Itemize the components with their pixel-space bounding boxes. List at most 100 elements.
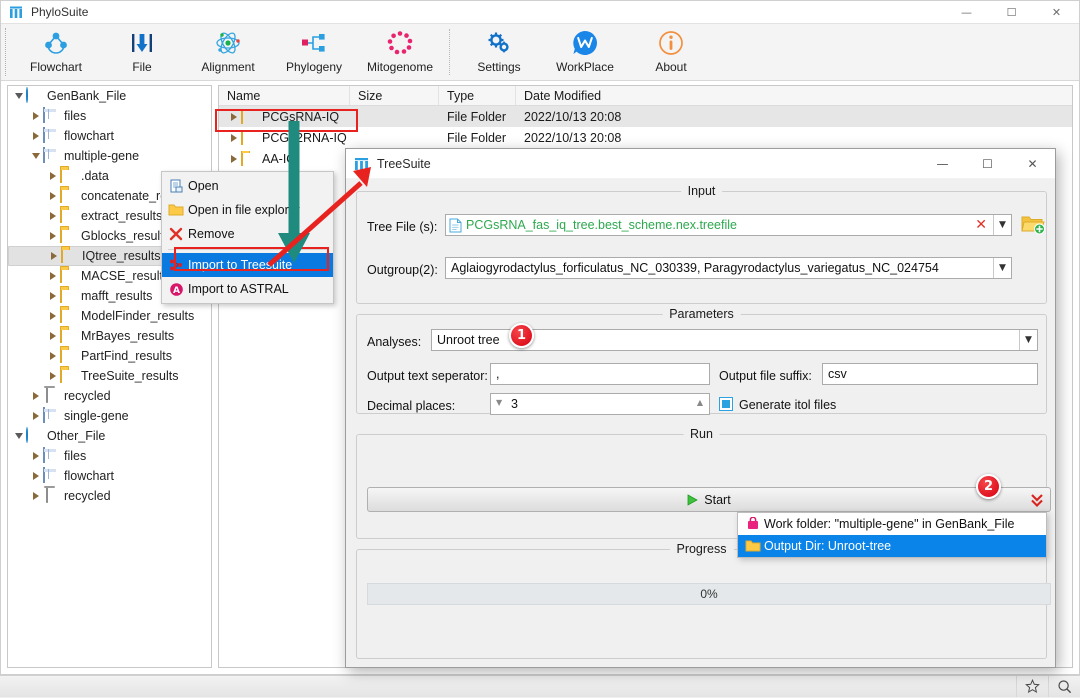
spinner-down-icon[interactable]: ▼ xyxy=(496,398,502,407)
tree-item-files[interactable]: files xyxy=(8,446,211,466)
tree-item-mrbayes-results[interactable]: MrBayes_results xyxy=(8,326,211,346)
star-icon[interactable] xyxy=(1016,676,1048,697)
menu-item-import-to-astral[interactable]: A Import to ASTRAL xyxy=(162,277,333,301)
table-row[interactable]: PCG12RNA-IQ File Folder 2022/10/13 20:08 xyxy=(219,127,1072,148)
tree-item-files[interactable]: files xyxy=(8,106,211,126)
expander-expand-icon[interactable] xyxy=(29,112,43,120)
close-button[interactable]: ✕ xyxy=(1034,1,1079,23)
tree-file-input[interactable]: PCGsRNA_fas_iq_tree.best_scheme.nex.tree… xyxy=(445,214,1012,236)
toolbar-item-about[interactable]: About xyxy=(628,24,714,78)
expander-expand-icon[interactable] xyxy=(46,212,60,220)
toolbar-item-alignment[interactable]: Alignment xyxy=(185,24,271,78)
expander-expand-icon[interactable] xyxy=(46,232,60,240)
treesuite-dialog[interactable]: TreeSuite — ☐ ✕ Input Tree File (s): PCG… xyxy=(345,148,1056,668)
decimal-places-spinner[interactable]: ▼ 3 ▲ xyxy=(490,393,710,415)
toolbar-grip[interactable] xyxy=(5,28,9,76)
alignment-atom-icon xyxy=(213,28,243,58)
tree-item-genbank-file[interactable]: GenBank_File xyxy=(8,86,211,106)
expander-collapse-icon[interactable] xyxy=(12,93,26,99)
expander-expand-icon[interactable] xyxy=(227,133,241,142)
dialog-minimize-button[interactable]: — xyxy=(920,149,965,179)
grid-icon xyxy=(43,127,59,144)
expander-expand-icon[interactable] xyxy=(46,192,60,200)
chevron-down-icon[interactable]: ▼ xyxy=(993,258,1011,278)
expander-expand-icon[interactable] xyxy=(227,112,241,121)
add-folder-icon[interactable] xyxy=(1021,213,1045,235)
expander-expand-icon[interactable] xyxy=(29,472,43,480)
expander-expand-icon[interactable] xyxy=(46,272,60,280)
maximize-button[interactable]: ☐ xyxy=(989,1,1034,23)
toolbar-item-settings[interactable]: Settings xyxy=(456,24,542,78)
expander-expand-icon[interactable] xyxy=(46,332,60,340)
expander-expand-icon[interactable] xyxy=(46,292,60,300)
tree-item-single-gene[interactable]: single-gene xyxy=(8,406,211,426)
file-date: 2022/10/13 20:08 xyxy=(524,130,622,145)
chevron-down-icon[interactable]: ▼ xyxy=(1019,330,1037,350)
outgroup-value: Aglaiogyrodactylus_forficulatus_NC_03033… xyxy=(451,261,939,275)
tree-item-recycled[interactable]: recycled xyxy=(8,486,211,506)
file-name: AA-IQ xyxy=(262,151,297,166)
toolbar-item-mitogenome[interactable]: Mitogenome xyxy=(357,24,443,78)
column-header-name[interactable]: Name xyxy=(219,86,350,105)
expander-expand-icon[interactable] xyxy=(46,312,60,320)
column-header-size[interactable]: Size xyxy=(350,86,439,105)
table-row[interactable]: PCGsRNA-IQ File Folder 2022/10/13 20:08 xyxy=(219,106,1072,127)
toolbar-item-phylogeny[interactable]: Phylogeny xyxy=(271,24,357,78)
expander-collapse-icon[interactable] xyxy=(12,433,26,439)
menu-item-remove[interactable]: Remove xyxy=(162,222,333,246)
expander-expand-icon[interactable] xyxy=(46,372,60,380)
menu-item-open-in-file-explorer[interactable]: Open in file explorer xyxy=(162,198,333,222)
output-separator-input[interactable]: , xyxy=(490,363,710,385)
expander-expand-icon[interactable] xyxy=(46,172,60,180)
analyses-value: Unroot tree xyxy=(437,333,500,347)
toolbar-item-workplace[interactable]: WorkPlace xyxy=(542,24,628,78)
double-chevron-down-icon[interactable] xyxy=(1030,492,1044,508)
expander-expand-icon[interactable] xyxy=(227,154,241,163)
expander-expand-icon[interactable] xyxy=(47,252,61,260)
folder-icon xyxy=(60,167,76,184)
expander-expand-icon[interactable] xyxy=(29,132,43,140)
tree-item-modelfinder-results[interactable]: ModelFinder_results xyxy=(8,306,211,326)
search-icon[interactable] xyxy=(1048,676,1080,697)
run-menu-item-work-folder[interactable]: Work folder: "multiple-gene" in GenBank_… xyxy=(738,513,1046,535)
chevron-down-icon[interactable]: ▼ xyxy=(993,215,1011,235)
folder-icon xyxy=(60,227,76,244)
tree-item-flowchart[interactable]: flowchart xyxy=(8,126,211,146)
tree-item-treesuite-results[interactable]: TreeSuite_results xyxy=(8,366,211,386)
run-menu-item-output-dir[interactable]: Output Dir: Unroot-tree xyxy=(738,535,1046,557)
trash-icon xyxy=(43,387,59,404)
tree-item-label: mafft_results xyxy=(81,289,153,303)
column-header-type[interactable]: Type xyxy=(439,86,516,105)
toolbar-item-file[interactable]: File xyxy=(99,24,185,78)
spinner-up-icon[interactable]: ▲ xyxy=(697,398,703,407)
expander-expand-icon[interactable] xyxy=(29,412,43,420)
tree-item-other-file[interactable]: Other_File xyxy=(8,426,211,446)
menu-item-open[interactable]: Open xyxy=(162,174,333,198)
open-document-icon xyxy=(164,176,188,196)
dialog-maximize-button[interactable]: ☐ xyxy=(965,149,1010,179)
generate-itol-checkbox[interactable] xyxy=(719,397,733,411)
red-x-icon[interactable]: ✕ xyxy=(975,217,987,233)
expander-expand-icon[interactable] xyxy=(29,452,43,460)
analyses-label: Analyses: xyxy=(367,335,422,349)
run-options-menu[interactable]: Work folder: "multiple-gene" in GenBank_… xyxy=(737,512,1047,558)
column-header-date[interactable]: Date Modified xyxy=(516,86,716,105)
toolbar-item-flowchart[interactable]: Flowchart xyxy=(13,24,99,78)
tree-item-recycled[interactable]: recycled xyxy=(8,386,211,406)
context-menu[interactable]: Open Open in file explorer Remove Import to… xyxy=(161,171,334,304)
menu-item-label: Remove xyxy=(188,227,235,241)
folder-icon xyxy=(60,267,76,284)
tree-item-flowchart[interactable]: flowchart xyxy=(8,466,211,486)
expander-expand-icon[interactable] xyxy=(29,492,43,500)
start-button[interactable]: Start xyxy=(367,487,1051,512)
expander-expand-icon[interactable] xyxy=(29,392,43,400)
outgroup-combobox[interactable]: Aglaiogyrodactylus_forficulatus_NC_03033… xyxy=(445,257,1012,279)
tree-item-partfind-results[interactable]: PartFind_results xyxy=(8,346,211,366)
output-suffix-input[interactable]: csv xyxy=(822,363,1038,385)
dialog-close-button[interactable]: ✕ xyxy=(1010,149,1055,179)
expander-expand-icon[interactable] xyxy=(46,352,60,360)
expander-collapse-icon[interactable] xyxy=(29,153,43,159)
menu-item-import-to-treesuite[interactable]: Import to Treesuite xyxy=(162,253,333,277)
minimize-button[interactable]: — xyxy=(944,1,989,23)
tree-item-multiple-gene[interactable]: multiple-gene xyxy=(8,146,211,166)
